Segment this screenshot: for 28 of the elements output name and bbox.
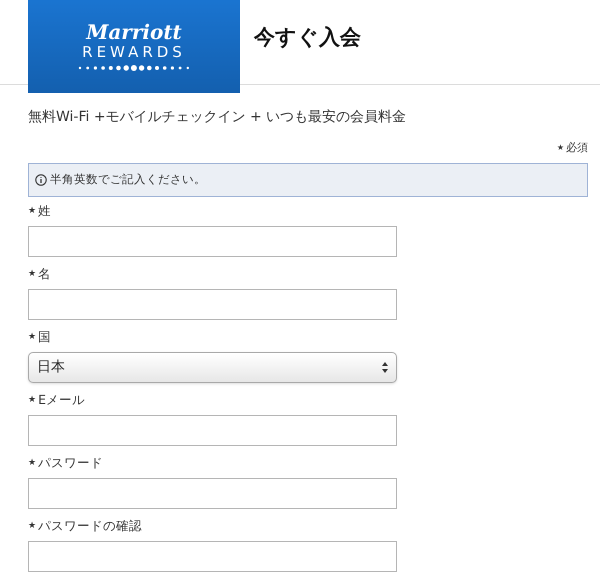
required-mark: ★: [28, 268, 36, 281]
country-dropdown[interactable]: 日本: [28, 352, 397, 382]
field-label: パスワードの確認: [38, 517, 142, 536]
logo-program: REWARDS: [82, 43, 186, 61]
text-field[interactable]: [28, 226, 397, 256]
required-mark: ★: [28, 330, 36, 344]
text-field[interactable]: [28, 414, 397, 446]
field-label: 名: [38, 265, 52, 284]
required-mark: ★: [556, 142, 564, 154]
text-field[interactable]: [28, 540, 397, 572]
required-mark: ★: [28, 204, 36, 218]
field-label: Eメール: [38, 391, 85, 410]
up-down-arrows-icon: [382, 362, 388, 372]
logo-brand: Marriott: [86, 21, 182, 43]
text-field[interactable]: [28, 288, 397, 320]
required-mark: ★: [28, 456, 36, 470]
field-label: 国: [38, 328, 52, 346]
field-label: パスワード: [38, 454, 104, 472]
dots-icon: [76, 64, 192, 72]
tagline: 無料Wi-Fi +モバイルチェックイン + いつも最安の会員料金: [28, 108, 408, 127]
notice-text: 半角英数でご記入ください。: [50, 170, 206, 188]
page-title: 今すぐ入会: [254, 24, 361, 51]
required-mark: ★: [28, 394, 36, 407]
field-label: 姓: [38, 202, 52, 220]
required-mark: ★: [28, 520, 36, 533]
text-field[interactable]: [28, 478, 397, 508]
info-icon: [35, 174, 47, 186]
required-legend: 必須: [566, 140, 588, 156]
